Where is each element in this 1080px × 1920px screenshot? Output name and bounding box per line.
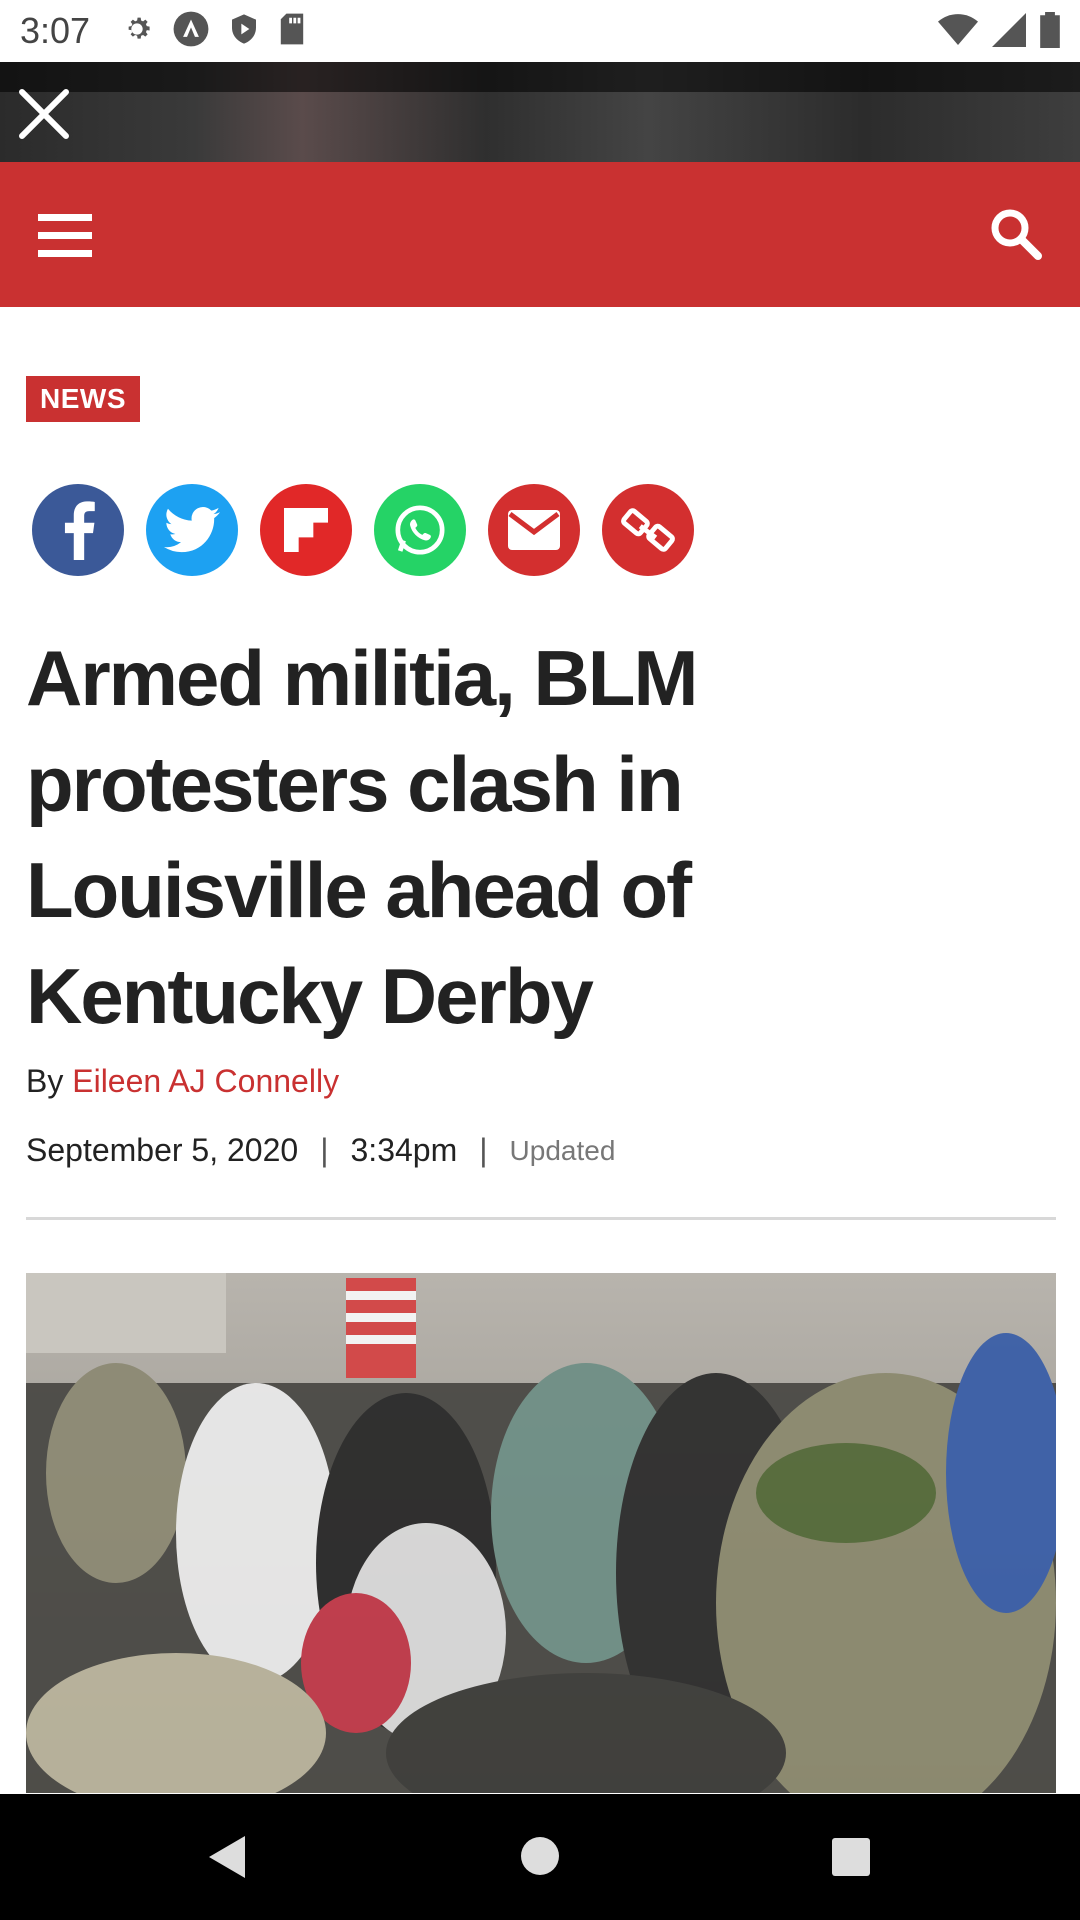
facebook-icon <box>64 501 95 560</box>
status-bar: 3:07 <box>0 0 1080 62</box>
search-button[interactable] <box>988 206 1044 262</box>
flipboard-share-button[interactable] <box>260 484 352 576</box>
email-share-button[interactable] <box>488 484 580 576</box>
byline: By Eileen AJ Connelly <box>26 1063 339 1100</box>
article-headline: Armed militia, BLM protesters clash in L… <box>26 634 698 1040</box>
top-banner-image <box>0 62 1080 162</box>
close-banner-button[interactable] <box>14 84 74 144</box>
date-separator: | <box>320 1132 329 1168</box>
sd-card-icon <box>280 13 304 45</box>
byline-prefix: By <box>26 1063 64 1099</box>
status-notification-icons <box>120 10 306 48</box>
nav-back-button[interactable] <box>205 1834 251 1885</box>
hamburger-menu-icon <box>38 214 92 257</box>
copy-link-share-button[interactable] <box>602 484 694 576</box>
hero-photo <box>26 1273 1056 1793</box>
back-icon <box>209 1836 245 1878</box>
home-icon <box>521 1837 559 1875</box>
twitter-share-button[interactable] <box>146 484 238 576</box>
whatsapp-icon <box>395 505 445 555</box>
publish-time: 3:34pm <box>350 1132 458 1168</box>
article-hero-image[interactable] <box>26 1273 1056 1793</box>
site-header <box>0 162 1080 307</box>
cell-signal-icon <box>992 13 1026 47</box>
close-icon <box>19 89 69 139</box>
email-icon <box>508 510 560 550</box>
app-notification-icon <box>173 11 209 47</box>
nav-recents-button[interactable] <box>830 1836 872 1883</box>
dateline: September 5, 2020 | 3:34pm | Updated <box>26 1132 615 1169</box>
twitter-icon <box>164 506 220 553</box>
whatsapp-share-button[interactable] <box>374 484 466 576</box>
system-navigation-bar <box>0 1794 1080 1920</box>
publish-date: September 5, 2020 <box>26 1132 299 1168</box>
author-link[interactable]: Eileen AJ Connelly <box>72 1063 339 1099</box>
category-tag[interactable]: NEWS <box>26 376 140 422</box>
facebook-share-button[interactable] <box>32 484 124 576</box>
status-system-icons <box>938 12 1060 48</box>
share-buttons <box>32 484 694 576</box>
settings-icon <box>128 17 150 39</box>
flipboard-icon <box>284 508 328 552</box>
search-icon <box>991 209 1042 260</box>
status-time: 3:07 <box>20 10 91 51</box>
recents-icon <box>832 1838 870 1876</box>
play-protect-icon <box>232 14 256 44</box>
battery-icon <box>1040 12 1060 48</box>
menu-button[interactable] <box>38 214 92 258</box>
link-icon <box>621 508 675 552</box>
time-separator: | <box>479 1132 488 1168</box>
nav-home-button[interactable] <box>518 1834 562 1883</box>
wifi-icon <box>938 14 978 45</box>
divider <box>26 1217 1056 1220</box>
updated-label: Updated <box>509 1134 616 1166</box>
